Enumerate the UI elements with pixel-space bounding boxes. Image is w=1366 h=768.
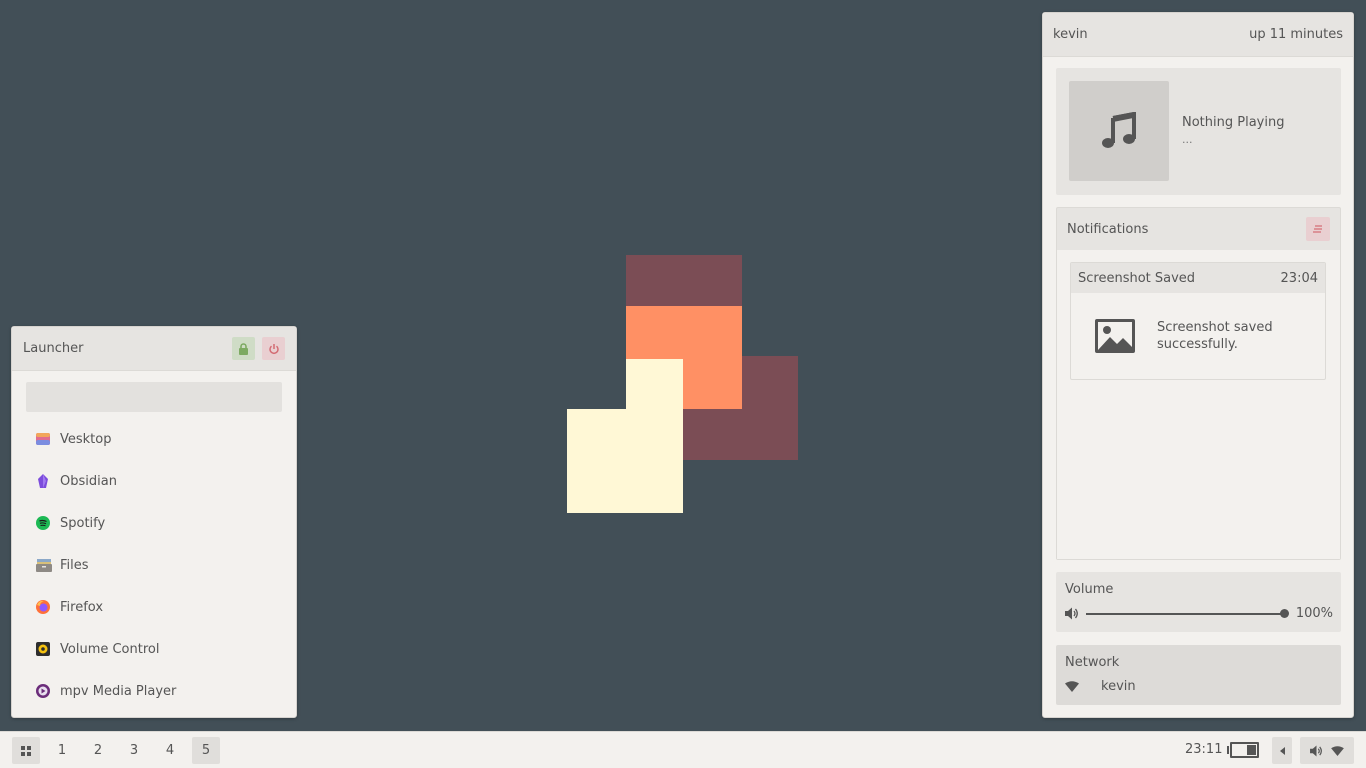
launcher-window: Launcher Vesktop Obsidian Spotify Files … [11, 326, 297, 718]
workspace-4[interactable]: 4 [156, 737, 184, 764]
power-button[interactable] [262, 337, 285, 360]
app-grid-button[interactable] [12, 737, 40, 764]
clock[interactable]: 23:11 [1185, 742, 1222, 757]
obsidian-icon [36, 474, 50, 488]
app-item-vesktop[interactable]: Vesktop [12, 418, 296, 460]
mpv-icon [36, 684, 50, 698]
app-label: Firefox [60, 599, 104, 615]
volume-slider-handle[interactable] [1279, 609, 1289, 618]
launcher-search-input[interactable] [26, 382, 282, 412]
battery-icon[interactable] [1230, 742, 1259, 758]
workspace-1[interactable]: 1 [48, 737, 76, 764]
app-item-mpv[interactable]: mpv Media Player [12, 670, 296, 712]
volume-slider-track[interactable] [1086, 613, 1284, 615]
logo-block-top [626, 255, 742, 307]
image-icon [1095, 319, 1135, 353]
clear-notifications-button[interactable] [1306, 217, 1330, 241]
notification-title: Screenshot Saved [1078, 270, 1196, 286]
app-list: Vesktop Obsidian Spotify Files Firefox V… [12, 418, 296, 712]
app-label: mpv Media Player [60, 683, 177, 699]
chevron-left-icon [1279, 746, 1285, 755]
network-widget[interactable]: Network kevin [1056, 645, 1341, 705]
app-item-obsidian[interactable]: Obsidian [12, 460, 296, 502]
media-artist: ... [1182, 133, 1193, 146]
grid-icon [21, 745, 31, 756]
app-label: Volume Control [60, 641, 160, 657]
control-center-panel: kevin up 11 minutes Nothing Playing ... … [1042, 12, 1354, 718]
uptime-label: up 11 minutes [1249, 27, 1343, 42]
speaker-icon [1310, 744, 1322, 757]
app-item-spotify[interactable]: Spotify [12, 502, 296, 544]
volume-percent: 100% [1295, 606, 1333, 621]
notification-card[interactable]: Screenshot Saved 23:04 Screenshot saved … [1070, 262, 1326, 380]
notification-header: Screenshot Saved 23:04 [1071, 263, 1325, 293]
bottom-bar: 1 2 3 4 5 23:11 [0, 731, 1366, 768]
workspace-5[interactable]: 5 [192, 737, 220, 764]
app-label: Files [60, 557, 89, 573]
firefox-icon [36, 600, 50, 614]
launcher-title: Launcher [23, 341, 84, 356]
media-player-widget: Nothing Playing ... [1056, 68, 1341, 195]
music-note-icon [1102, 112, 1136, 148]
speaker-icon[interactable] [1065, 607, 1079, 620]
vesktop-icon [36, 432, 50, 446]
notification-body: Screenshot saved successfully. [1157, 320, 1273, 352]
notifications-list: Screenshot Saved 23:04 Screenshot saved … [1057, 250, 1340, 559]
app-label: Vesktop [60, 431, 112, 447]
notifications-title: Notifications [1067, 221, 1149, 237]
network-ssid: kevin [1101, 679, 1136, 694]
notification-time: 23:04 [1280, 270, 1318, 286]
battery-cap [1227, 746, 1229, 754]
username: kevin [1053, 27, 1088, 42]
logo-block-cream [626, 359, 683, 513]
notifications-widget: Notifications Screenshot Saved 23:04 Scr… [1056, 207, 1341, 560]
wifi-icon [1331, 745, 1344, 756]
lock-button[interactable] [232, 337, 255, 360]
logo-block-right [683, 356, 798, 460]
logo-block-cream-lower [567, 409, 683, 513]
workspace-3[interactable]: 3 [120, 737, 148, 764]
launcher-header: Launcher [12, 327, 296, 371]
wifi-icon [1065, 681, 1079, 692]
battery-level [1247, 745, 1256, 755]
tray-expand-button[interactable] [1272, 737, 1292, 764]
volume-control-icon [36, 642, 50, 656]
volume-title: Volume [1065, 582, 1114, 597]
notifications-header: Notifications [1057, 208, 1340, 250]
spotify-icon [36, 516, 50, 530]
files-icon [36, 558, 52, 572]
app-item-firefox[interactable]: Firefox [12, 586, 296, 628]
app-item-files[interactable]: Files [12, 544, 296, 586]
quick-settings-button[interactable] [1300, 737, 1354, 764]
album-cover [1069, 81, 1169, 181]
clear-all-icon [1313, 225, 1322, 233]
media-title: Nothing Playing [1182, 115, 1285, 130]
workspace-2[interactable]: 2 [84, 737, 112, 764]
power-icon [268, 343, 279, 354]
logo-block-orange [626, 306, 742, 409]
volume-widget: Volume 100% [1056, 572, 1341, 632]
lock-icon [239, 342, 248, 355]
app-label: Spotify [60, 515, 106, 531]
app-label: Obsidian [60, 473, 117, 489]
app-item-volume-control[interactable]: Volume Control [12, 628, 296, 670]
network-title: Network [1065, 655, 1120, 670]
panel-header: kevin up 11 minutes [1043, 13, 1353, 57]
